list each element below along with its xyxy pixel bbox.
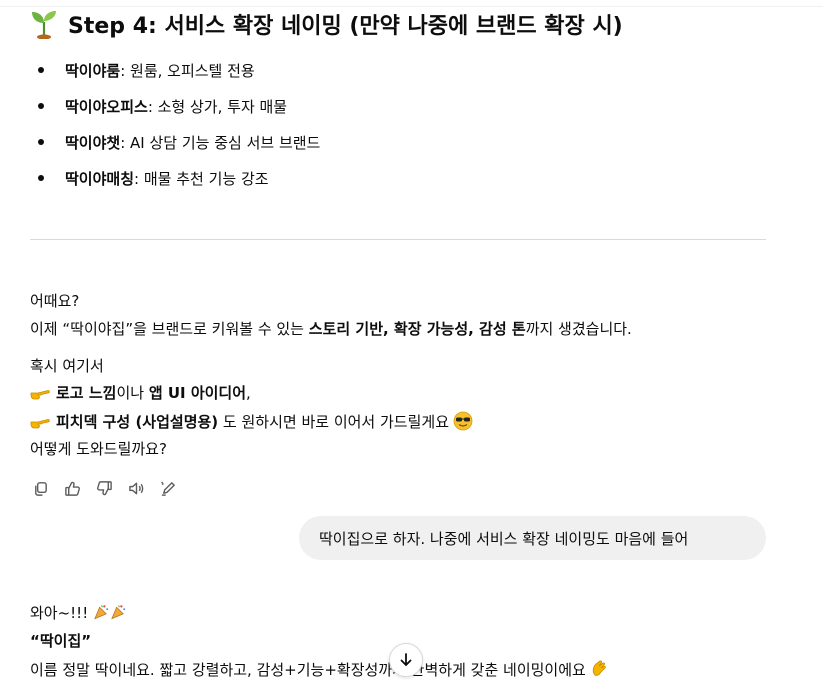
bold-span: “딱이집” <box>30 632 92 650</box>
section-divider <box>30 239 766 240</box>
bold-span: 피치덱 구성 (사업설명용) <box>56 413 219 431</box>
brand-name: 딱이야매칭 <box>65 169 135 188</box>
text-span: 이나 <box>116 384 149 402</box>
assistant-line: 와아~!!! <box>30 603 127 623</box>
text-span: 와아~!!! <box>30 604 89 622</box>
brand-desc: : AI 상담 기능 중심 서브 브랜드 <box>120 133 321 152</box>
thumbs-up-button[interactable] <box>62 478 82 498</box>
speaker-icon <box>128 482 143 494</box>
clapping-hands-icon <box>592 660 606 676</box>
assistant-line: 피치덱 구성 (사업설명용) 도 원하시면 바로 이어서 가드릴게요 <box>30 411 473 432</box>
text-span: 도 원하시면 바로 이어서 가드릴게요 <box>218 413 449 431</box>
top-border <box>0 0 823 7</box>
thumbs-down-icon <box>96 480 112 495</box>
bold-span: 로고 느낌 <box>56 384 117 402</box>
heading-text: Step 4: 서비스 확장 네이밍 (만약 나중에 브랜드 확장 시) <box>68 14 623 39</box>
pointing-hand-icon <box>30 390 50 400</box>
edit-icon <box>160 481 175 496</box>
sunglasses-face-icon <box>453 411 473 431</box>
copy-button[interactable] <box>30 478 50 498</box>
chat-page: Step 4: 서비스 확장 네이밍 (만약 나중에 브랜드 확장 시) 딱이야… <box>0 0 823 695</box>
text-span: 까지 생겼습니다. <box>525 320 632 338</box>
read-aloud-button[interactable] <box>126 478 146 498</box>
text-span: , <box>246 384 251 402</box>
brand-desc: : 매물 추천 기능 강조 <box>134 169 269 188</box>
pointing-hand-icon <box>30 419 50 429</box>
assistant-line: 로고 느낌이나 앱 UI 아이디어, <box>30 383 251 403</box>
list-item: 딱이야매칭: 매물 추천 기능 강조 <box>30 160 320 196</box>
brand-desc: : 원룸, 오피스텔 전용 <box>120 61 255 80</box>
bold-span: 앱 UI 아이디어 <box>148 384 247 402</box>
bullet-dot <box>38 67 44 73</box>
scroll-down-button[interactable] <box>389 643 423 677</box>
list-item: 딱이야오피스: 소형 상가, 투자 매물 <box>30 88 320 124</box>
brand-desc: : 소형 상가, 투자 매물 <box>147 97 288 116</box>
seedling-icon <box>32 11 56 39</box>
assistant-line: 혹시 여기서 <box>30 357 104 375</box>
bullet-dot <box>38 103 44 109</box>
user-message-text: 딱이집으로 하자. 나중에 서비스 확장 네이밍도 마음에 들어 <box>319 529 689 548</box>
assistant-line: 어떻게 도와드릴까요? <box>30 440 167 458</box>
assistant-line: “딱이집” <box>30 631 91 651</box>
assistant-line: 이제 “딱이야집”을 브랜드로 키워볼 수 있는 스토리 기반, 확장 가능성,… <box>30 319 632 339</box>
thumbs-down-button[interactable] <box>94 478 114 498</box>
party-popper-icon <box>94 605 109 620</box>
bullet-dot <box>38 139 44 145</box>
section-heading: Step 4: 서비스 확장 네이밍 (만약 나중에 브랜드 확장 시) <box>30 8 623 40</box>
message-actions <box>30 478 178 498</box>
brand-name: 딱이야챗 <box>65 133 121 152</box>
text-span: 이제 “딱이야집”을 브랜드로 키워볼 수 있는 <box>30 320 309 338</box>
list-item: 딱이야챗: AI 상담 기능 중심 서브 브랜드 <box>30 124 320 160</box>
party-popper-icon <box>111 605 126 620</box>
user-message-bubble: 딱이집으로 하자. 나중에 서비스 확장 네이밍도 마음에 들어 <box>299 516 766 560</box>
bold-span: 스토리 기반, 확장 가능성, 감성 톤 <box>308 320 526 338</box>
thumbs-up-icon <box>64 481 80 496</box>
copy-icon <box>34 481 47 496</box>
text-span: 이름 정말 딱이네요. 짧고 강렬하고, 감성+기능+확장성까지 완벽하게 갖춘… <box>30 661 586 679</box>
edit-button[interactable] <box>158 478 178 498</box>
naming-list: 딱이야룸: 원룸, 오피스텔 전용 딱이야오피스: 소형 상가, 투자 매물 딱… <box>30 52 320 196</box>
assistant-line: 어때요? <box>30 292 80 310</box>
brand-name: 딱이야오피스 <box>65 97 148 116</box>
bullet-dot <box>38 175 44 181</box>
list-item: 딱이야룸: 원룸, 오피스텔 전용 <box>30 52 320 88</box>
assistant-line: 이름 정말 딱이네요. 짧고 강렬하고, 감성+기능+확장성까지 완벽하게 갖춘… <box>30 659 610 680</box>
brand-name: 딱이야룸 <box>65 61 121 80</box>
arrow-down-icon <box>400 653 412 666</box>
